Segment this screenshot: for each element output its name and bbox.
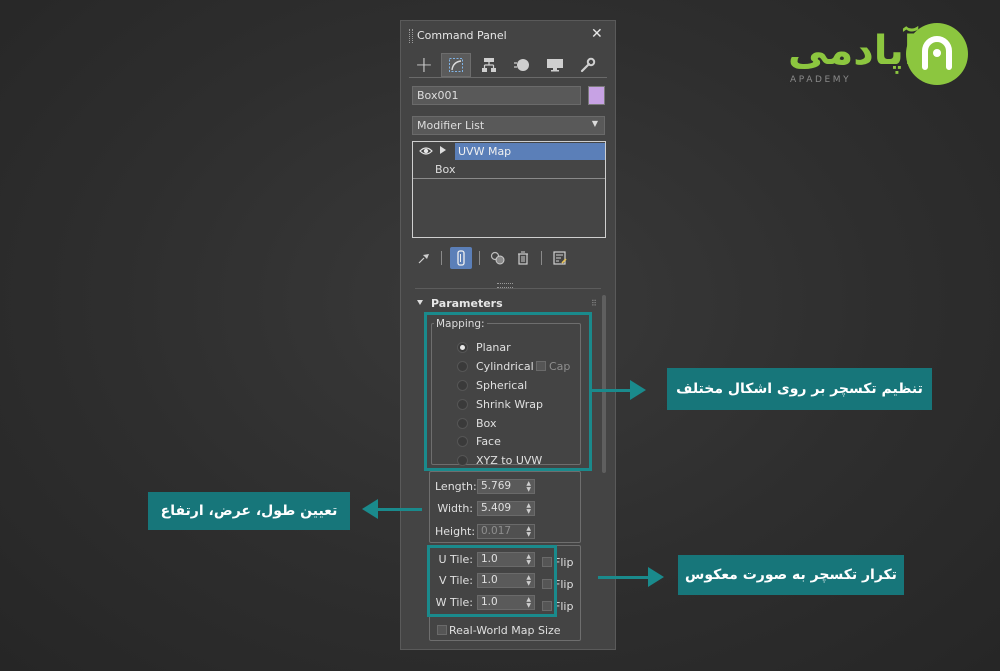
width-spinner[interactable]: 5.409 ▲ ▼ xyxy=(477,501,535,516)
stack-divider xyxy=(413,178,605,179)
real-world-map-size-label: Real-World Map Size xyxy=(449,624,561,637)
close-button[interactable]: ✕ xyxy=(591,26,603,42)
logo-mark-icon xyxy=(922,36,952,70)
make-unique-button[interactable] xyxy=(487,247,509,269)
tab-display[interactable] xyxy=(540,53,570,77)
tab-divider xyxy=(409,77,607,78)
rollout-grip-icon: ⠿ xyxy=(591,299,597,308)
pin-icon xyxy=(418,254,429,264)
modify-icon xyxy=(449,58,463,72)
arrow-left-icon xyxy=(362,499,378,519)
object-name-input[interactable] xyxy=(412,86,581,105)
eye-icon[interactable] xyxy=(419,145,433,157)
width-label: Width: xyxy=(437,502,473,515)
logo-subtitle: APADEMY xyxy=(790,75,852,85)
spinner-arrows-icon[interactable]: ▲ ▼ xyxy=(526,481,531,493)
plus-icon: + xyxy=(414,52,434,78)
mapping-callout: تنظیم تکسچر بر روی اشکال مختلف xyxy=(667,368,932,410)
motion-icon xyxy=(514,59,529,71)
height-label: Height: xyxy=(435,525,476,538)
height-spinner[interactable]: 0.017 ▲ ▼ xyxy=(477,524,535,539)
tab-modify[interactable] xyxy=(441,53,471,77)
panel-titlebar[interactable]: Command Panel ✕ xyxy=(401,21,615,49)
pin-stack-button[interactable] xyxy=(413,247,435,269)
panel-tabs: + xyxy=(409,52,607,78)
drag-grip-icon[interactable] xyxy=(409,29,413,43)
logo-text: آپادمی xyxy=(788,28,918,74)
display-icon xyxy=(547,59,563,72)
configure-sets-icon xyxy=(553,251,567,265)
tiling-callout: تکرار تکسچر به صورت معکوس xyxy=(678,555,904,595)
logo-icon xyxy=(906,23,968,85)
tab-utilities[interactable] xyxy=(573,53,603,77)
expand-arrow-icon[interactable] xyxy=(440,146,446,154)
splitter-line xyxy=(415,288,601,289)
show-end-result-button[interactable] xyxy=(450,247,472,269)
dimensions-arrow-line xyxy=(376,508,422,511)
mapping-highlight xyxy=(424,312,592,471)
modifier-list-dropdown[interactable]: Modifier List ▼ xyxy=(412,116,605,135)
chevron-down-icon: ▼ xyxy=(591,119,598,128)
tab-create[interactable]: + xyxy=(409,52,439,78)
tab-motion[interactable] xyxy=(507,53,537,77)
length-spinner[interactable]: 5.769 ▲ ▼ xyxy=(477,479,535,494)
object-color-swatch[interactable] xyxy=(588,86,605,105)
stack-item-uvw-map[interactable]: UVW Map xyxy=(413,143,605,160)
collapse-arrow-icon xyxy=(417,300,423,305)
configure-modifier-sets-button[interactable] xyxy=(549,247,571,269)
make-unique-icon xyxy=(490,251,505,265)
spinner-arrows-icon[interactable]: ▲ ▼ xyxy=(526,526,531,538)
toolbar-separator xyxy=(441,251,442,265)
toolbar-separator xyxy=(541,251,542,265)
arrow-right-icon xyxy=(630,380,646,400)
modifier-stack: UVW Map Box xyxy=(412,141,606,238)
wrench-icon xyxy=(580,57,596,73)
hierarchy-icon xyxy=(482,58,496,72)
dimensions-callout: تعیین طول، عرض، ارتفاع xyxy=(148,492,350,530)
stack-item-label: UVW Map xyxy=(455,143,605,160)
mapping-arrow-line xyxy=(592,389,632,392)
stack-toolbar xyxy=(413,247,603,269)
panel-scrollbar[interactable] xyxy=(602,295,606,473)
show-end-result-icon xyxy=(457,250,465,266)
tab-hierarchy[interactable] xyxy=(474,53,504,77)
real-world-map-size-checkbox[interactable] xyxy=(437,625,447,635)
stack-item-box[interactable]: Box xyxy=(435,163,455,176)
parameters-rollout-header[interactable]: Parameters ⠿ xyxy=(411,295,599,311)
length-label: Length: xyxy=(435,480,477,493)
toolbar-separator xyxy=(479,251,480,265)
trash-icon xyxy=(518,251,528,265)
arrow-right-icon xyxy=(648,567,664,587)
remove-modifier-button[interactable] xyxy=(512,247,534,269)
tiling-arrow-line xyxy=(598,576,650,579)
panel-title: Command Panel xyxy=(417,29,507,42)
rollout-title: Parameters xyxy=(431,297,503,310)
modifier-list-label: Modifier List xyxy=(417,119,485,132)
spinner-arrows-icon[interactable]: ▲ ▼ xyxy=(526,503,531,515)
tiling-highlight xyxy=(427,545,557,617)
